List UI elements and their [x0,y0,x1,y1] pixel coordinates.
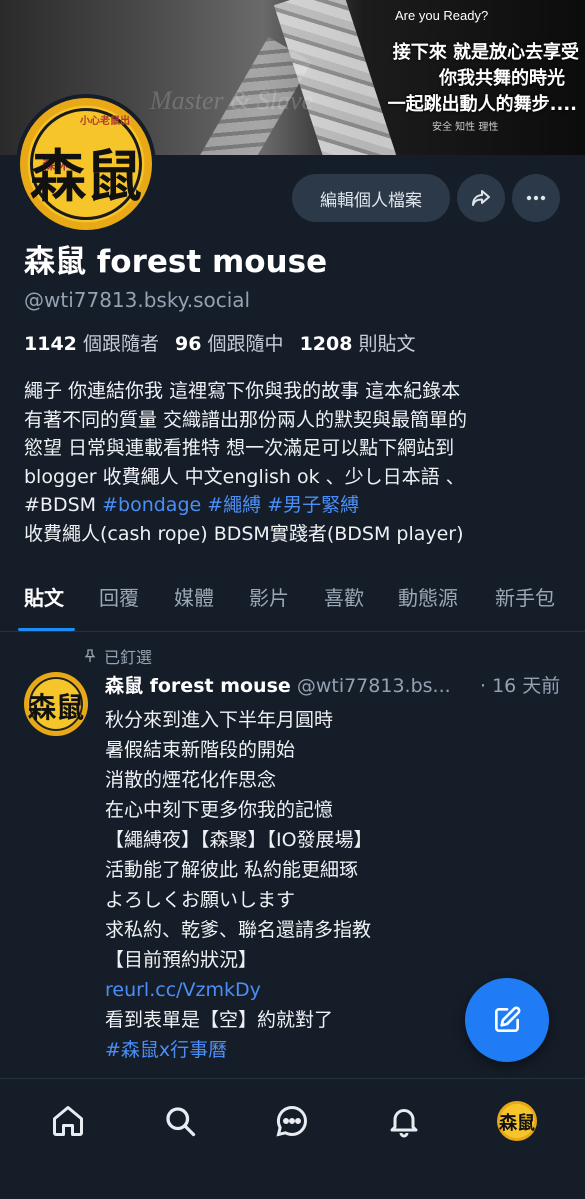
display-name: 森鼠 forest mouse [24,244,328,280]
home-icon [53,1106,83,1136]
compose-button[interactable] [465,978,549,1062]
banner-line-2: 你我共舞的時光 [439,68,565,89]
profile-handle: @wti77813.bsky.social [24,288,251,312]
bell-icon [390,1109,418,1138]
hashtag-link[interactable]: #男子緊縛 [267,494,359,516]
more-button[interactable] [512,174,560,222]
avatar-logo: 小心老鼠出 森林 森鼠 [20,98,152,230]
nav-notifications[interactable] [382,1099,426,1143]
active-tab-indicator [18,628,75,631]
bio-line: 繩子 你連結你我 這裡寫下你與我的故事 這本紀錄本 [24,380,461,402]
compose-icon [495,1006,521,1032]
post-line: 暑假結束新階段的開始 [105,739,296,761]
profile-bio: 繩子 你連結你我 這裡寫下你與我的故事 這本紀錄本 有著不同的質量 交織譜出那份… [24,377,569,549]
avatar-glyph: 森鼠 [27,691,84,724]
profile-stats: 1142 個跟隨者 96 個跟隨中 1208 則貼文 [24,329,416,356]
banner-ready-text: Are you Ready? [395,8,489,23]
bio-tag: #BDSM [24,494,97,517]
banner-small-text: 安全 知性 理性 [432,122,499,133]
bottom-navigation: 森鼠 [0,1078,585,1199]
tab-starter-packs[interactable]: 新手包 [495,582,555,611]
post-author-handle: @wti77813.bs... [296,675,451,697]
post-line: 活動能了解彼此 私約能更細琢 [105,859,359,881]
following-stat[interactable]: 96 個跟隨中 [175,333,284,355]
post-author-name: 森鼠 forest mouse [105,675,291,697]
profile-tabs: 貼文 回覆 媒體 影片 喜歡 動態源 新手包 [0,570,585,632]
following-count: 96 [175,333,202,355]
avatar-glyph: 森鼠 [30,144,142,210]
tab-replies[interactable]: 回覆 [99,582,139,611]
hashtag-link[interactable]: #繩縛 [207,494,261,516]
post-line: よろしくお願いします [105,889,296,911]
edit-profile-button[interactable]: 編輯個人檔案 [292,174,450,222]
banner-bg-text: Master & Slave [150,86,314,115]
post-line: 秋分來到進入下半年月圓時 [105,709,334,731]
nav-profile-avatar: 森鼠 [497,1101,537,1141]
bio-tags-line: #BDSM #bondage #繩縛 #男子緊縛 [24,491,569,520]
posts-stat: 1208 則貼文 [300,333,416,355]
posts-label: 則貼文 [358,333,416,355]
avatar-mini-text: 小心老鼠出 [80,116,130,127]
bio-line: 收費繩人(cash rope) BDSM實踐者(BDSM player) [24,522,464,545]
post-line: 【目前預約狀況】 [105,949,258,971]
tab-media[interactable]: 媒體 [174,582,214,611]
tab-feeds[interactable]: 動態源 [398,582,458,611]
chat-icon [276,1105,307,1137]
post-author-avatar[interactable]: 森鼠 [24,672,88,736]
bio-line: 有著不同的質量 交織譜出那份兩人的默契與最簡單的 [24,408,468,431]
pinned-indicator: 已釘選 [82,644,152,668]
more-icon [526,195,546,201]
post-line: 求私約、乾爹、聯名還請多指教 [105,919,372,941]
nav-chat[interactable] [270,1099,314,1143]
post-timestamp: · 16 天前 [476,671,561,698]
nav-profile[interactable]: 森鼠 [495,1099,539,1143]
followers-stat[interactable]: 1142 個跟隨者 [24,333,159,355]
bio-line: blogger 收費繩人 中文english ok 、少し日本語 、 [24,465,465,488]
pinned-label: 已釘選 [104,648,153,667]
nav-home[interactable] [46,1099,90,1143]
following-label: 個跟隨中 [207,333,284,355]
bio-line: 慾望 日常與連載看推特 想一次滿足可以點下網站到 [24,437,455,460]
hashtag-link[interactable]: #bondage [102,494,201,516]
tab-likes[interactable]: 喜歡 [324,582,364,611]
post-line: 在心中刻下更多你我的記憶 [105,799,334,821]
tab-videos[interactable]: 影片 [249,582,289,611]
avatar-glyph: 森鼠 [499,1113,535,1134]
search-icon [166,1107,196,1137]
post-line: 消散的煙花化作思念 [105,769,277,791]
post-line: 【繩縛夜】【森聚】【IO發展場】 [105,829,373,851]
tab-posts[interactable]: 貼文 [24,582,64,611]
share-button[interactable] [457,174,505,222]
followers-label: 個跟隨者 [82,333,159,355]
pin-icon [84,649,96,662]
posts-count: 1208 [299,333,353,355]
banner-line-3: 一起跳出動人的舞步.... [387,94,577,115]
share-icon [472,190,490,206]
banner-line-1: 接下來 就是放心去享受 [392,42,579,63]
profile-avatar[interactable]: 小心老鼠出 森林 森鼠 [16,94,156,234]
followers-count: 1142 [24,333,77,355]
nav-search[interactable] [158,1099,202,1143]
